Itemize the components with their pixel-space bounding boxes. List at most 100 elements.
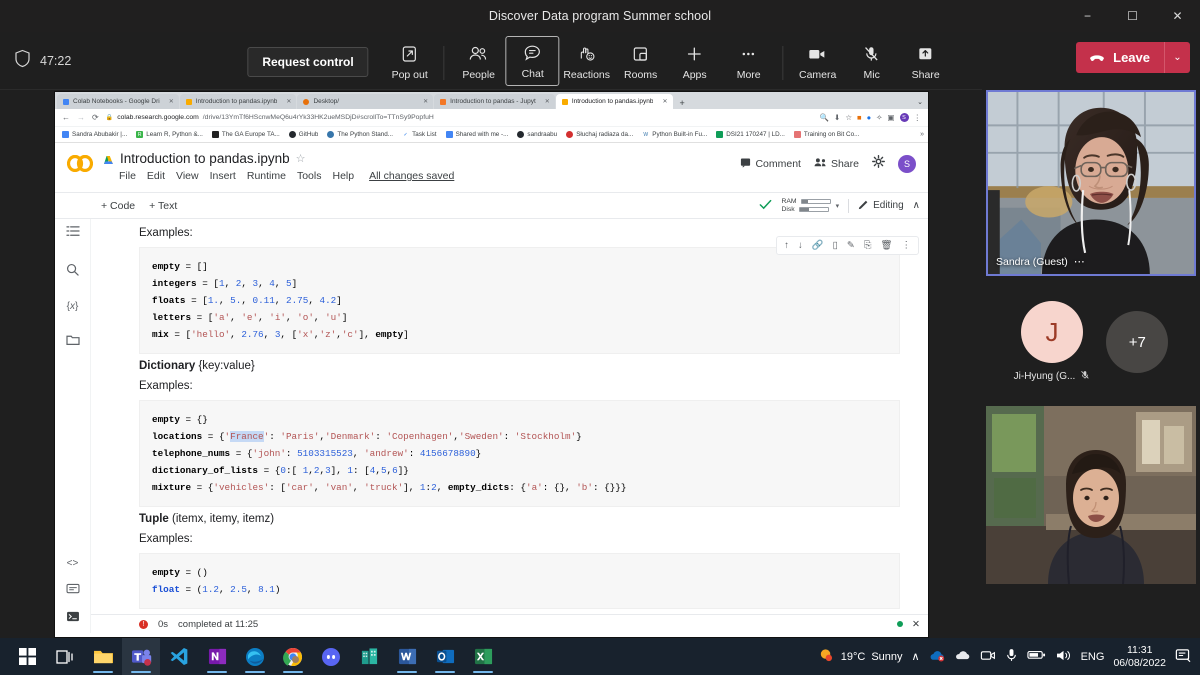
bookmark-item[interactable]: Shared with me -... xyxy=(445,131,508,138)
share-button[interactable]: Share xyxy=(899,38,953,86)
install-icon[interactable]: ⬇ xyxy=(834,113,840,122)
files-icon[interactable] xyxy=(65,334,80,349)
microsoft-outlook-button[interactable] xyxy=(426,638,464,675)
video-tile-participant[interactable] xyxy=(986,406,1196,584)
start-button[interactable] xyxy=(8,638,46,675)
minimize-button[interactable]: − xyxy=(1065,0,1110,32)
tray-expand-icon[interactable]: ∧ xyxy=(912,650,920,663)
code-cell[interactable]: empty = {} locations = {'France': 'Paris… xyxy=(139,400,900,507)
user-avatar[interactable]: S xyxy=(898,155,916,173)
microsoft-word-button[interactable] xyxy=(388,638,426,675)
leave-button[interactable]: Leave xyxy=(1076,42,1164,73)
tab-close-icon[interactable]: ✕ xyxy=(540,98,550,105)
bookmark-item[interactable]: The Python Stand... xyxy=(327,131,393,138)
task-view-button[interactable] xyxy=(46,638,84,675)
tab-search-icon[interactable]: ⌄ xyxy=(917,98,923,106)
bookmark-item[interactable]: ✓ Task List xyxy=(402,131,437,138)
close-button[interactable]: ✕ xyxy=(1155,0,1200,32)
tab-close-icon[interactable]: ✕ xyxy=(164,98,174,105)
bookmark-item[interactable]: Słuchaj radiaza da... xyxy=(566,131,633,138)
battery-icon[interactable] xyxy=(1026,649,1046,664)
company-portal-button[interactable] xyxy=(350,638,388,675)
menu-edit[interactable]: Edit xyxy=(147,170,165,182)
bookmark-item[interactable]: R Learn R, Python &... xyxy=(136,131,203,138)
mic-button[interactable]: Mic xyxy=(845,38,899,86)
extension4-icon[interactable]: ▣ xyxy=(887,113,894,122)
discord-button[interactable] xyxy=(312,638,350,675)
table-of-contents-icon[interactable] xyxy=(65,225,80,241)
tab-close-icon[interactable]: ✕ xyxy=(657,98,667,105)
microsoft-edge-button[interactable] xyxy=(236,638,274,675)
command-palette-icon[interactable] xyxy=(65,583,80,597)
resource-meter[interactable]: RAM Disk ▾ xyxy=(781,198,839,213)
cell-more-icon[interactable]: ⋮ xyxy=(902,240,912,251)
new-tab-button[interactable]: + xyxy=(674,98,691,109)
vs-code-button[interactable] xyxy=(160,638,198,675)
move-down-icon[interactable]: ↓ xyxy=(798,240,803,251)
bookmark-item[interactable]: Training on Bit Co... xyxy=(793,131,859,138)
bookmark-star-icon[interactable]: ☆ xyxy=(845,113,852,122)
weather-widget[interactable]: 19°C Sunny xyxy=(818,647,903,667)
video-tile-speaker[interactable]: Sandra (Guest) ⋯ xyxy=(986,90,1196,276)
bookmark-item[interactable]: DSI21 170247 | LD... xyxy=(716,131,785,138)
star-icon[interactable]: ☆ xyxy=(296,152,306,165)
pop-out-button[interactable]: Pop out xyxy=(383,38,437,86)
tab-close-icon[interactable]: ✕ xyxy=(281,98,291,105)
reload-icon[interactable]: ⟳ xyxy=(92,113,99,122)
bookmark-item[interactable]: The GA Europe TA... xyxy=(211,131,280,138)
delete-icon[interactable]: 🗑 xyxy=(880,240,892,251)
extension3-icon[interactable]: ✧ xyxy=(876,113,882,122)
tab-close-icon[interactable]: ✕ xyxy=(418,98,428,105)
add-text-button[interactable]: + Text xyxy=(149,200,177,212)
participant-more-icon[interactable]: ⋯ xyxy=(1074,255,1086,268)
forward-icon[interactable]: → xyxy=(77,113,85,122)
browser-tab[interactable]: Colab Notebooks - Google Dri ✕ xyxy=(57,94,179,109)
edit-icon[interactable]: ✎ xyxy=(847,240,855,251)
gear-icon[interactable] xyxy=(872,155,885,173)
menu-help[interactable]: Help xyxy=(332,170,354,182)
microsoft-teams-button[interactable] xyxy=(122,638,160,675)
status-close-icon[interactable]: ✕ xyxy=(912,619,920,630)
apps-button[interactable]: Apps xyxy=(668,38,722,86)
bookmark-item[interactable]: sandraabu xyxy=(517,131,557,138)
leave-dropdown-button[interactable]: ⌄ xyxy=(1164,41,1190,73)
bookmark-item[interactable]: W Python Built-in Fu... xyxy=(642,131,707,138)
code-cell[interactable]: empty = () float = (1.2, 2.5, 8.1) xyxy=(139,553,900,609)
move-up-icon[interactable]: ↑ xyxy=(784,240,789,251)
camera-button[interactable]: Camera xyxy=(791,38,845,86)
extension2-icon[interactable]: ● xyxy=(867,113,872,122)
cloud-icon[interactable] xyxy=(954,649,971,664)
code-cell[interactable]: ↑ ↓ 🔗 ▯ ✎ ⎘ 🗑 ⋮ empty = [] integers = [1… xyxy=(139,236,919,354)
bookmarks-overflow-button[interactable]: » xyxy=(920,131,924,138)
rooms-button[interactable]: Rooms xyxy=(614,38,668,86)
search-icon[interactable] xyxy=(66,263,79,279)
link-icon[interactable]: 🔗 xyxy=(812,240,824,251)
back-icon[interactable]: ← xyxy=(62,113,70,122)
leave-button-group[interactable]: Leave ⌄ xyxy=(1076,41,1190,73)
menu-file[interactable]: File xyxy=(119,170,136,182)
more-button[interactable]: More xyxy=(722,38,776,86)
comment-icon[interactable]: ▯ xyxy=(833,240,838,251)
bookmark-item[interactable]: Sandra Abubakir |... xyxy=(62,131,127,138)
reactions-button[interactable]: Reactions xyxy=(560,38,614,86)
bookmark-item[interactable]: GitHub xyxy=(288,131,318,138)
zoom-icon[interactable]: 🔍 xyxy=(820,113,829,122)
add-code-button[interactable]: + Code xyxy=(101,200,135,212)
browser-tab-active[interactable]: Introduction to pandas.ipynb ✕ xyxy=(555,94,673,109)
editing-mode-button[interactable]: Editing xyxy=(858,199,904,213)
microsoft-excel-button[interactable] xyxy=(464,638,502,675)
volume-icon[interactable] xyxy=(1055,649,1072,665)
notebook-title[interactable]: Introduction to pandas.ipynb xyxy=(120,151,290,166)
microphone-icon[interactable] xyxy=(1005,648,1018,665)
language-indicator[interactable]: ENG xyxy=(1081,651,1105,663)
notifications-icon[interactable] xyxy=(1175,648,1192,666)
maximize-button[interactable]: ☐ xyxy=(1110,0,1155,32)
share-button[interactable]: Share xyxy=(814,157,859,171)
browser-tab[interactable]: Introduction to pandas - Jupyt ✕ xyxy=(434,94,555,109)
code-snippets-icon[interactable]: <> xyxy=(67,558,79,569)
request-control-button[interactable]: Request control xyxy=(247,46,369,77)
chat-button[interactable]: Chat xyxy=(505,35,560,86)
menu-view[interactable]: View xyxy=(176,170,199,182)
clock[interactable]: 11:31 06/08/2022 xyxy=(1113,644,1166,670)
people-button[interactable]: People xyxy=(452,38,506,86)
